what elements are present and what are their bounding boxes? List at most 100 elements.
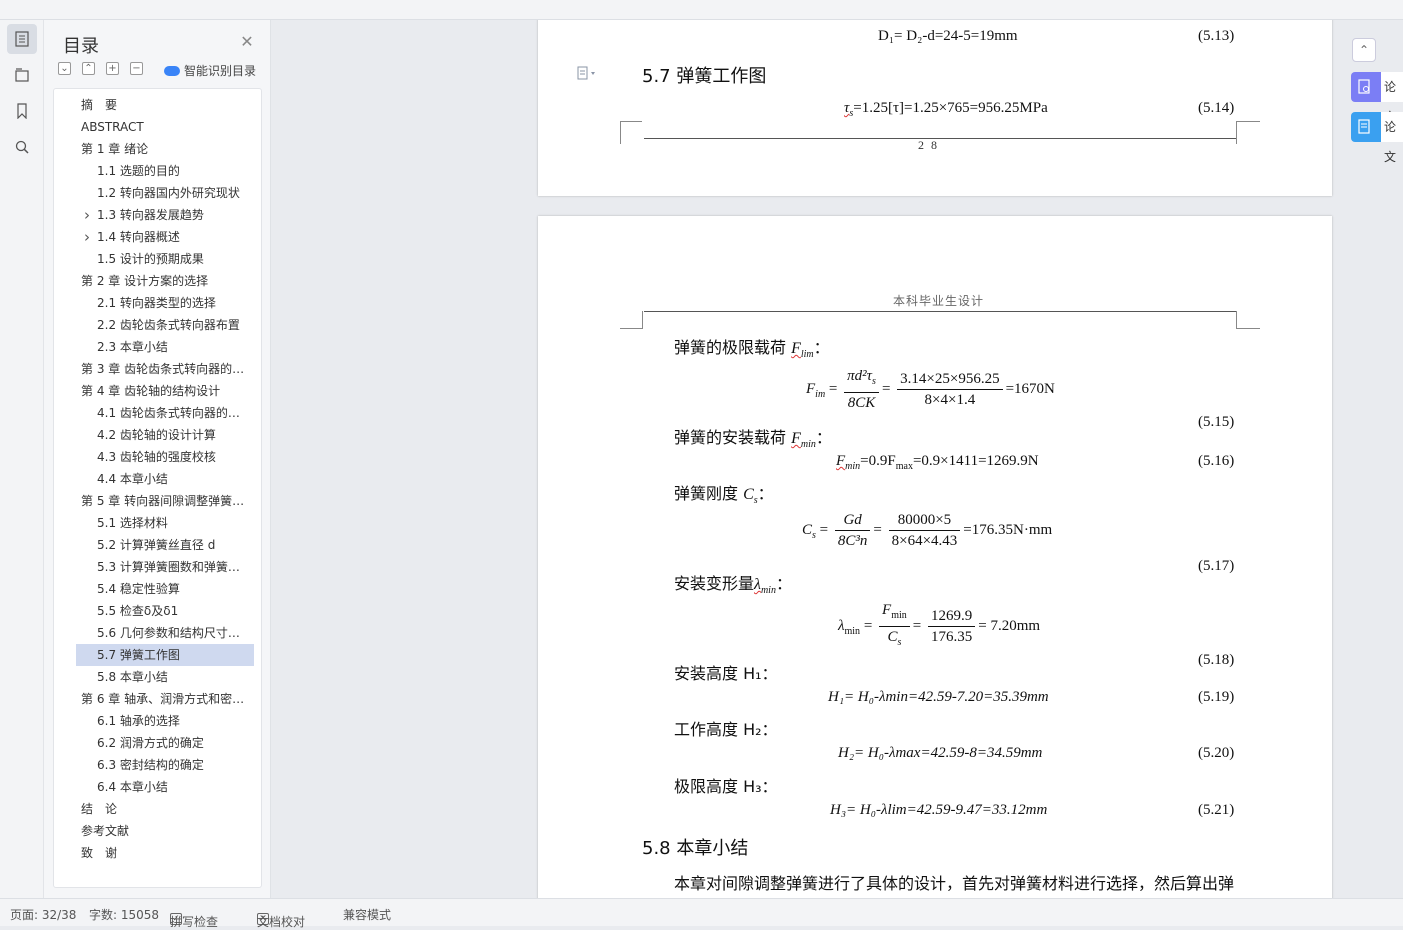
crop-mark xyxy=(1236,122,1237,144)
toc-item[interactable]: › 第 3 章 齿轮齿条式转向器的设计 xyxy=(76,358,254,380)
toc-item-label: 第 5 章 转向器间隙调整弹簧的设计 xyxy=(81,494,250,508)
toc-item[interactable]: 摘 要 xyxy=(76,94,254,116)
toc-item[interactable]: 6.3 密封结构的确定 xyxy=(76,754,254,776)
crop-mark xyxy=(1236,121,1260,122)
toc-item[interactable]: 1.2 转向器国内外研究现状 xyxy=(76,182,254,204)
toc-item[interactable]: ABSTRACT xyxy=(76,116,254,138)
toc-item[interactable]: 2.3 本章小结 xyxy=(76,336,254,358)
bookmark-icon[interactable] xyxy=(7,96,37,126)
left-rail xyxy=(0,20,44,898)
toc-item[interactable]: 5.8 本章小结 xyxy=(76,666,254,688)
equation-number: (5.14) xyxy=(1198,100,1235,116)
toc-item-label: 6.4 本章小结 xyxy=(97,780,168,794)
toc-item[interactable]: 2.1 转向器类型的选择 xyxy=(76,292,254,314)
page-indicator[interactable]: 页面: 32/38 xyxy=(10,906,76,923)
add-heading-icon[interactable]: + xyxy=(106,62,119,75)
crop-mark xyxy=(620,121,642,122)
word-count[interactable]: 字数: 15058 xyxy=(89,906,159,923)
toc-item[interactable]: 1.5 设计的预期成果 xyxy=(76,248,254,270)
equation-number: (5.15) xyxy=(1198,414,1235,430)
section-heading: 5.7 弹簧工作图 xyxy=(642,66,767,87)
equation-5-19: H₁= H₀-λmin=42.59-7.20=35.39mm xyxy=(828,689,1049,705)
toc-item[interactable]: 5.1 选择材料 xyxy=(76,512,254,534)
toc-item-label: 6.1 轴承的选择 xyxy=(97,714,180,728)
chevron-down-icon[interactable]: ⌄ xyxy=(76,270,77,289)
paragraph: 弹簧的极限载荷 Flim： xyxy=(674,338,830,361)
paper-edit-label[interactable]: 论文 xyxy=(1381,112,1403,164)
toc-item-label: 参考文献 xyxy=(81,824,130,838)
remove-heading-icon[interactable]: − xyxy=(130,62,143,75)
toc-item[interactable]: ⌄ 第 1 章 绪论 xyxy=(76,138,254,160)
toc-item[interactable]: ⌄ 第 2 章 设计方案的选择 xyxy=(76,270,254,292)
chevron-right-icon[interactable]: › xyxy=(81,204,93,226)
equation-5-18: λmin = Fmin Cs = 1269.9 176.35 = 7.20mm xyxy=(838,602,1041,648)
collapse-all-icon[interactable]: ⌄ xyxy=(58,62,71,75)
crop-mark xyxy=(1236,328,1260,329)
chevron-down-icon[interactable]: ⌄ xyxy=(76,380,77,399)
toc-item[interactable]: › 1.4 转向器概述 xyxy=(76,226,254,248)
collapse-panel-icon[interactable]: ⌃ xyxy=(1352,38,1376,62)
toc-item[interactable]: 2.2 齿轮齿条式转向器布置 xyxy=(76,314,254,336)
toolbar-strip xyxy=(0,0,1403,20)
toc-item-label: 结 论 xyxy=(81,802,118,816)
paragraph-icon[interactable] xyxy=(576,66,606,83)
toc-item-label: 4.3 齿轮轴的强度校核 xyxy=(97,450,216,464)
footer-rule xyxy=(644,138,1236,139)
toc-item[interactable]: 6.2 润滑方式的确定 xyxy=(76,732,254,754)
toc-panel-icon[interactable] xyxy=(7,24,37,54)
paragraph: 安装变形量λmin： xyxy=(674,574,792,597)
toc-item[interactable]: ⌄ 第 5 章 转向器间隙调整弹簧的设计 xyxy=(76,490,254,512)
toc-item[interactable]: ⌄ 第 4 章 齿轮轴的结构设计 xyxy=(76,380,254,402)
toc-item[interactable]: 5.3 计算弹簧圈数和弹簧刚度 xyxy=(76,556,254,578)
toc-item[interactable]: › 1.3 转向器发展趋势 xyxy=(76,204,254,226)
toc-list: 摘 要 ABSTRACT ⌄ 第 1 章 绪论 1.1 选题的目的 1.2 转向器国内外研… xyxy=(53,88,262,888)
close-icon[interactable]: ✕ xyxy=(239,32,255,51)
chevron-down-icon[interactable]: ⌄ xyxy=(76,688,77,707)
crop-mark xyxy=(620,122,621,144)
toc-item[interactable]: 参考文献 xyxy=(76,820,254,842)
smart-toc-button[interactable]: 智能识别目录 xyxy=(164,62,256,79)
chevron-down-icon[interactable]: ⌄ xyxy=(76,138,77,157)
toc-item[interactable]: 5.4 稳定性验算 xyxy=(76,578,254,600)
toc-item[interactable]: 1.1 选题的目的 xyxy=(76,160,254,182)
toc-item[interactable]: 5.6 几何参数和结构尺寸计算 xyxy=(76,622,254,644)
toc-item[interactable]: 结 论 xyxy=(76,798,254,820)
chevron-down-icon[interactable]: ⌄ xyxy=(76,490,77,509)
toc-item[interactable]: 4.4 本章小结 xyxy=(76,468,254,490)
equation-5-20: H₂= H₀-λmax=42.59-8=34.59mm xyxy=(838,745,1043,761)
toc-item[interactable]: 4.1 齿轮齿条式转向器的结构 xyxy=(76,402,254,424)
equation-number: (5.17) xyxy=(1198,558,1235,574)
toc-item-label: 摘 要 xyxy=(81,98,118,112)
toc-item[interactable]: 4.3 齿轮轴的强度校核 xyxy=(76,446,254,468)
equation-number: (5.18) xyxy=(1198,652,1235,668)
paragraph: 工作高度 H₂： xyxy=(674,720,778,739)
header-rule xyxy=(644,311,1236,312)
paper-check-label[interactable]: 论文 xyxy=(1381,72,1403,124)
toc-item-label: 5.1 选择材料 xyxy=(97,516,168,530)
expand-level-icon[interactable]: ⌃ xyxy=(82,62,95,75)
toc-item[interactable]: 5.7 弹簧工作图 xyxy=(76,644,254,666)
toc-item-label: 1.2 转向器国内外研究现状 xyxy=(97,186,240,200)
document-search-icon xyxy=(1358,79,1370,94)
search-icon[interactable] xyxy=(7,132,37,162)
document-canvas[interactable]: D₁= D₂-d=24-5=19mm (5.13) 5.7 弹簧工作图 τs=1… xyxy=(272,20,1403,898)
chevron-right-icon[interactable]: › xyxy=(81,226,93,248)
page-current: 本科毕业生设计 弹簧的极限载荷 Flim： Fim = πd²τs 8CK = 3.… xyxy=(538,216,1332,898)
toc-item-label: 第 6 章 轴承、润滑方式和密封结构 xyxy=(81,692,250,706)
navigation-icon[interactable] xyxy=(7,60,37,90)
section-heading: 5.8 本章小结 xyxy=(642,838,749,859)
crop-mark xyxy=(642,311,643,329)
cloud-icon xyxy=(164,65,180,76)
toc-item[interactable]: 致 谢 xyxy=(76,842,254,864)
chevron-right-icon[interactable]: › xyxy=(76,358,77,380)
paragraph: 极限高度 H₃： xyxy=(674,777,778,796)
toc-item[interactable]: 5.2 计算弹簧丝直径 d xyxy=(76,534,254,556)
toc-item[interactable]: 5.5 检查δ及δ1 xyxy=(76,600,254,622)
toc-item-label: 5.6 几何参数和结构尺寸计算 xyxy=(97,626,250,640)
toc-item[interactable]: ⌄ 第 6 章 轴承、润滑方式和密封结构 xyxy=(76,688,254,710)
page-number: 2 8 xyxy=(918,138,939,152)
toc-item[interactable]: 6.1 轴承的选择 xyxy=(76,710,254,732)
toc-item[interactable]: 6.4 本章小结 xyxy=(76,776,254,798)
toc-item[interactable]: 4.2 齿轮轴的设计计算 xyxy=(76,424,254,446)
toc-item-label: 致 谢 xyxy=(81,846,118,860)
